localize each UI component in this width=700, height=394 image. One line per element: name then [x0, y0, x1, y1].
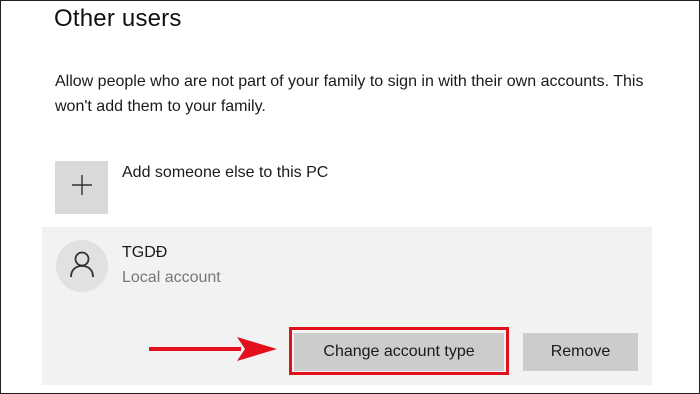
user-icon: [69, 250, 95, 283]
account-type: Local account: [122, 269, 221, 286]
account-name: TGDĐ: [122, 244, 168, 261]
section-description: Allow people who are not part of your fa…: [55, 73, 644, 115]
add-user-row[interactable]: Add someone else to this PC: [55, 161, 328, 214]
plus-icon: [70, 173, 94, 202]
account-card[interactable]: TGDĐ Local account Change account type R…: [42, 227, 652, 385]
add-user-button[interactable]: [55, 161, 108, 214]
add-user-label[interactable]: Add someone else to this PC: [122, 164, 328, 182]
section-title: Other users: [54, 5, 182, 32]
settings-page: Other users Allow people who are not par…: [0, 0, 700, 394]
avatar: [56, 240, 108, 292]
change-account-type-button[interactable]: Change account type: [294, 333, 504, 371]
right-arrow-icon: [149, 333, 279, 370]
remove-button[interactable]: Remove: [523, 333, 638, 371]
